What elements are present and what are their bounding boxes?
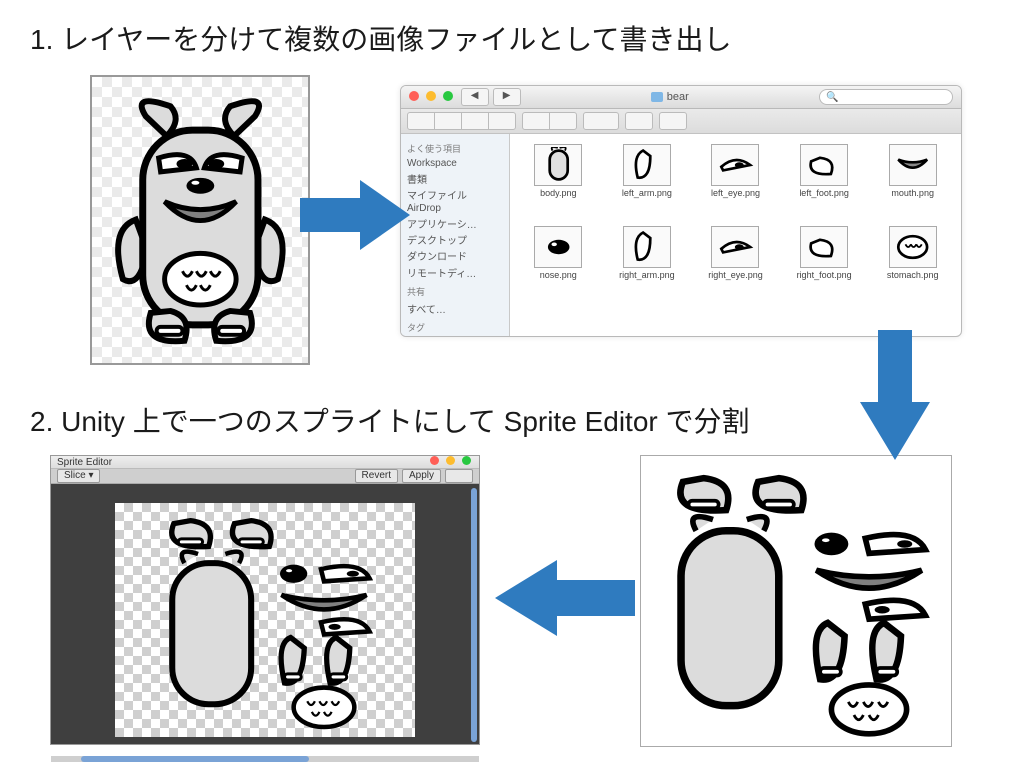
view-mode-segment[interactable] — [407, 112, 516, 130]
finder-sidebar: よく使う項目 Workspace 書類 マイファイル AirDrop アプリケー… — [401, 134, 510, 337]
editor-settings-icon[interactable] — [445, 469, 473, 483]
finder-window: ◀ ▶ bear 🔍 よく使う項目 Workspace 書類 マイファイル — [400, 85, 962, 337]
editor-horizontal-scrollbar[interactable] — [51, 756, 479, 762]
step2-heading: 2. Unity 上で一つのスプライトにして Sprite Editor で分割 — [30, 400, 750, 440]
file-thumb — [623, 226, 671, 268]
file-thumb — [889, 144, 937, 186]
file-thumb — [800, 226, 848, 268]
file-name: right_arm.png — [619, 270, 675, 280]
editor-titlebar: Sprite Editor — [51, 456, 479, 469]
file-name: left_arm.png — [622, 188, 672, 198]
file-name: right_eye.png — [708, 270, 763, 280]
file-item[interactable]: body.png — [534, 144, 582, 226]
action-button[interactable] — [583, 112, 619, 130]
file-thumb — [534, 144, 582, 186]
window-controls[interactable] — [409, 91, 457, 104]
file-name: right_foot.png — [797, 270, 852, 280]
file-thumb — [711, 226, 759, 268]
sidebar-item-workspace[interactable]: Workspace — [407, 158, 503, 168]
sprite-editor-window: Sprite Editor Slice ▾ Revert Apply — [50, 455, 480, 745]
file-thumb — [623, 144, 671, 186]
file-item[interactable]: stomach.png — [887, 226, 939, 308]
file-item[interactable]: right_foot.png — [797, 226, 852, 308]
arrange-button-1[interactable] — [522, 112, 550, 130]
file-name: nose.png — [540, 270, 577, 280]
share-button[interactable] — [625, 112, 653, 130]
arrow-right-1 — [300, 180, 410, 250]
arrow-down — [860, 330, 930, 460]
file-item[interactable]: mouth.png — [889, 144, 937, 226]
sidebar-tag-header: タグ — [407, 321, 503, 334]
slice-button[interactable]: Slice ▾ — [57, 469, 100, 483]
file-thumb — [534, 226, 582, 268]
finder-search-input[interactable]: 🔍 — [819, 89, 953, 105]
sidebar-item-all[interactable]: すべて… — [407, 301, 503, 314]
maximize-icon[interactable] — [443, 91, 453, 101]
sprite-atlas-image — [650, 465, 941, 738]
maximize-icon[interactable] — [462, 456, 471, 465]
sidebar-shared-header: 共有 — [407, 285, 503, 298]
finder-title: bear — [667, 91, 689, 103]
nav-forward-button[interactable]: ▶ — [493, 88, 521, 106]
character-image — [101, 88, 300, 351]
tags-button[interactable] — [659, 112, 687, 130]
character-preview-panel — [90, 75, 310, 365]
minimize-icon[interactable] — [426, 91, 436, 101]
finder-titlebar: ◀ ▶ bear 🔍 — [401, 86, 961, 109]
file-thumb — [889, 226, 937, 268]
view-icons-button[interactable] — [407, 112, 435, 130]
file-name: mouth.png — [891, 188, 934, 198]
close-icon[interactable] — [430, 456, 439, 465]
file-item[interactable]: right_eye.png — [708, 226, 763, 308]
folder-icon — [651, 92, 663, 102]
files-grid: body.png left_arm.png left_eye.png left_foo… — [510, 134, 961, 337]
arrange-segment[interactable] — [522, 112, 577, 130]
view-list-button[interactable] — [434, 112, 462, 130]
editor-sprite-checker — [115, 503, 415, 737]
editor-window-controls[interactable] — [428, 456, 473, 468]
finder-toolbar — [401, 109, 961, 134]
file-item[interactable]: nose.png — [534, 226, 582, 308]
minimize-icon[interactable] — [446, 456, 455, 465]
editor-toolbar: Slice ▾ Revert Apply — [51, 469, 479, 484]
view-cover-button[interactable] — [488, 112, 516, 130]
file-thumb — [800, 144, 848, 186]
apply-button[interactable]: Apply — [402, 469, 441, 483]
revert-button[interactable]: Revert — [355, 469, 398, 483]
step1-heading: 1. レイヤーを分けて複数の画像ファイルとして書き出し — [30, 18, 731, 58]
nav-back-button[interactable]: ◀ — [461, 88, 489, 106]
sidebar-item-downloads[interactable]: ダウンロード — [407, 248, 503, 261]
sprite-atlas-panel — [640, 455, 952, 747]
view-column-button[interactable] — [461, 112, 489, 130]
file-thumb — [711, 144, 759, 186]
sidebar-item-remotedisk[interactable]: リモートディ… — [407, 265, 503, 278]
file-item[interactable]: left_foot.png — [799, 144, 849, 226]
file-item[interactable]: left_arm.png — [622, 144, 672, 226]
sidebar-item-documents[interactable]: 書類 — [407, 171, 503, 184]
close-icon[interactable] — [409, 91, 419, 101]
file-item[interactable]: left_eye.png — [711, 144, 760, 226]
arrange-button-2[interactable] — [549, 112, 577, 130]
sidebar-item-desktop[interactable]: デスクトップ — [407, 232, 503, 245]
file-item[interactable]: right_arm.png — [619, 226, 675, 308]
file-name: left_foot.png — [799, 188, 849, 198]
file-name: left_eye.png — [711, 188, 760, 198]
search-icon: 🔍 — [826, 92, 838, 103]
editor-vertical-scrollbar[interactable] — [471, 488, 477, 742]
arrow-left — [495, 560, 635, 636]
file-name: body.png — [540, 188, 576, 198]
editor-atlas-image — [124, 510, 406, 730]
sidebar-favorites-header: よく使う項目 — [407, 142, 503, 155]
editor-title: Sprite Editor — [57, 457, 112, 468]
editor-canvas[interactable] — [51, 484, 479, 756]
sidebar-item-myfiles[interactable]: マイファイル — [407, 187, 503, 200]
sidebar-item-applications[interactable]: アプリケーシ… — [407, 216, 503, 229]
sidebar-item-airdrop[interactable]: AirDrop — [407, 203, 503, 213]
file-name: stomach.png — [887, 270, 939, 280]
